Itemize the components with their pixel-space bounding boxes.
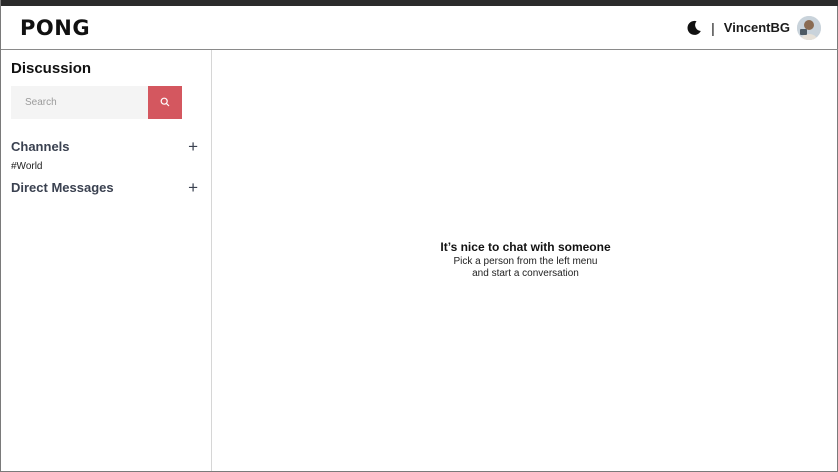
moon-icon[interactable] bbox=[686, 20, 702, 36]
search-bar bbox=[11, 86, 201, 119]
app-window: PONG | VincentBG Discussion Search Chann… bbox=[0, 0, 838, 472]
search-input[interactable] bbox=[11, 86, 148, 119]
channels-label: Channels bbox=[11, 138, 70, 154]
search-button[interactable] bbox=[148, 86, 182, 119]
sidebar: Discussion Channels + #World Direct Mess… bbox=[1, 50, 212, 471]
search-icon bbox=[160, 95, 170, 110]
top-header: PONG | VincentBG bbox=[1, 6, 838, 50]
empty-state: It’s nice to chat with someone Pick a pe… bbox=[213, 240, 838, 280]
direct-messages-label: Direct Messages bbox=[11, 179, 114, 195]
header-separator: | bbox=[711, 19, 715, 36]
empty-state-title: It’s nice to chat with someone bbox=[440, 240, 611, 254]
channels-header: Channels + bbox=[11, 137, 201, 155]
empty-state-line-2: and start a conversation bbox=[472, 268, 579, 279]
add-direct-message-plus-icon[interactable]: + bbox=[188, 179, 198, 196]
channel-item-world[interactable]: #World bbox=[11, 161, 201, 172]
user-area: | VincentBG bbox=[686, 15, 821, 40]
avatar[interactable] bbox=[797, 15, 821, 40]
username[interactable]: VincentBG bbox=[724, 20, 790, 35]
add-channel-plus-icon[interactable]: + bbox=[188, 138, 198, 155]
app-logo[interactable]: PONG bbox=[20, 16, 90, 40]
empty-state-line-1: Pick a person from the left menu bbox=[453, 256, 598, 267]
chat-main-panel: It’s nice to chat with someone Pick a pe… bbox=[213, 50, 838, 471]
direct-messages-header: Direct Messages + bbox=[11, 178, 201, 196]
sidebar-title: Discussion bbox=[11, 60, 92, 77]
